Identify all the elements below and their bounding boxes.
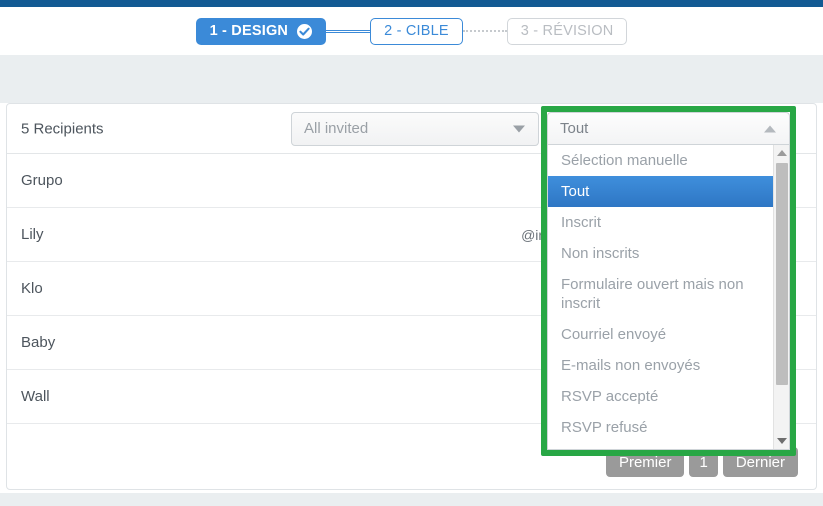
chevron-up-icon — [764, 125, 776, 132]
status-filter-options-list: Sélection manuelle Tout Inscrit Non insc… — [547, 145, 790, 450]
recipient-name: Klo — [21, 280, 43, 297]
check-circle-icon — [297, 23, 313, 39]
page-bottom-band — [0, 493, 823, 506]
stepper-area: 1 - DESIGN 2 - CIBLE 3 - RÉVISION — [0, 7, 823, 55]
menu-item-rsvp-refuse[interactable]: RSVP refusé — [548, 412, 774, 443]
menu-item-non-inscrits[interactable]: Non inscrits — [548, 238, 774, 269]
step-3-revision[interactable]: 3 - RÉVISION — [506, 17, 628, 45]
wizard-stepper: 1 - DESIGN 2 - CIBLE 3 - RÉVISION — [0, 7, 823, 55]
recipient-name: Grupo — [21, 172, 63, 189]
chevron-down-icon — [513, 125, 525, 132]
page-root: 1 - DESIGN 2 - CIBLE 3 - RÉVISION 5 Reci… — [0, 0, 823, 506]
invited-filter-value: All invited — [304, 120, 369, 137]
status-filter-dropdown: Tout Sélection manuelle Tout Inscrit Non… — [547, 112, 790, 450]
invited-filter-select[interactable]: All invited — [291, 111, 539, 146]
dropdown-scrollbar[interactable] — [773, 145, 789, 449]
status-filter-value: Tout — [560, 120, 589, 137]
menu-item-rsvp-accepte[interactable]: RSVP accepté — [548, 381, 774, 412]
recipient-name: Lily — [21, 226, 44, 243]
step-2-cible[interactable]: 2 - CIBLE — [370, 17, 463, 45]
stepper-connector-1-2 — [326, 29, 371, 33]
scroll-up-arrow-icon[interactable] — [774, 145, 789, 161]
scroll-down-arrow-icon[interactable] — [774, 433, 789, 449]
menu-item-formulaire-ouvert-mais-non-inscrit[interactable]: Formulaire ouvert mais non inscrit — [548, 269, 774, 319]
top-app-bar — [0, 0, 823, 7]
step-1-label: 1 - DESIGN — [209, 23, 289, 39]
menu-item-tout[interactable]: Tout — [548, 176, 774, 207]
step-3-label: 3 - RÉVISION — [520, 23, 614, 39]
step-1-design[interactable]: 1 - DESIGN — [195, 17, 327, 45]
step-2-label: 2 - CIBLE — [384, 23, 449, 39]
menu-item-emails-non-envoyes[interactable]: E-mails non envoyés — [548, 350, 774, 381]
scrollbar-thumb[interactable] — [776, 163, 788, 385]
menu-item-courriel-envoye[interactable]: Courriel envoyé — [548, 319, 774, 350]
recipients-count-label: 5 Recipients — [21, 120, 104, 137]
recipient-name: Baby — [21, 334, 56, 351]
recipient-name: Wall — [21, 388, 50, 405]
menu-item-selection-manuelle[interactable]: Sélection manuelle — [548, 145, 774, 176]
toolbar-band — [0, 55, 823, 103]
status-filter-toggle[interactable]: Tout — [547, 112, 790, 145]
menu-item-inscrit[interactable]: Inscrit — [548, 207, 774, 238]
stepper-connector-2-3 — [462, 30, 507, 32]
status-filter-options: Sélection manuelle Tout Inscrit Non insc… — [548, 145, 774, 443]
